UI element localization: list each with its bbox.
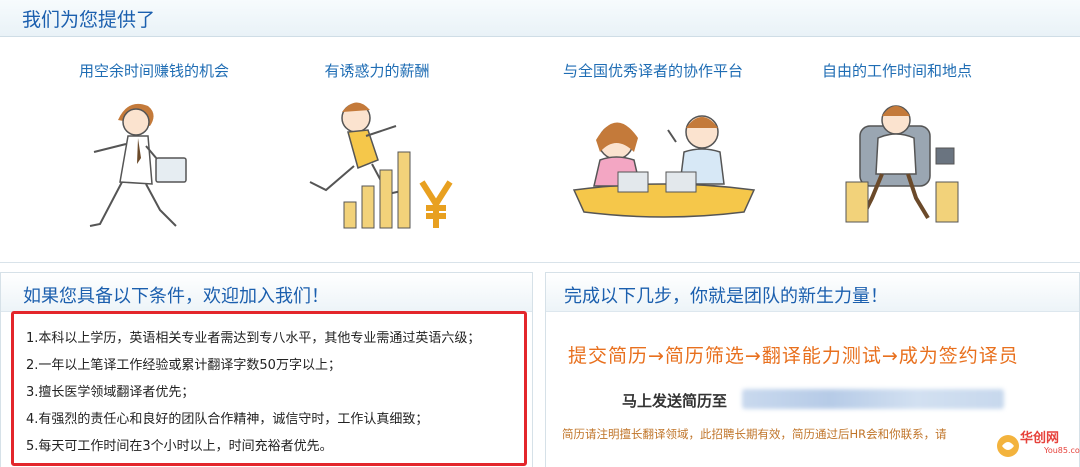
benefits-panel: 我们为您提供了 用空余时间赚钱的机会 有诱惑力的薪酬 与全国优秀译者的协作平台 … xyxy=(0,0,1080,263)
relaxed-worker-illustration xyxy=(845,105,959,223)
steps-title: 完成以下几步，你就是团队的新生力量！ xyxy=(564,286,888,307)
requirement-item: 1.本科以上学历，英语相关专业者需达到专八水平，其他专业需通过英语六级； xyxy=(26,331,481,346)
watermark-text: 华创网 xyxy=(1020,431,1060,446)
requirements-title: 如果您具备以下条件，欢迎加入我们！ xyxy=(23,286,329,307)
benefits-title: 我们为您提供了 xyxy=(22,9,156,31)
steps-header: 完成以下几步，你就是团队的新生力量！ xyxy=(546,273,1079,312)
requirements-panel: 如果您具备以下条件，欢迎加入我们！ 1.本科以上学历，英语相关专业者需达到专八水… xyxy=(0,272,533,467)
requirements-highlight-box: 1.本科以上学历，英语相关专业者需达到专八水平，其他专业需通过英语六级； 2.一… xyxy=(11,311,527,466)
feature-label-collaboration: 与全国优秀译者的协作平台 xyxy=(562,62,743,80)
requirement-item: 5.每天可工作时间在3个小时以上，时间充裕者优先。 xyxy=(26,439,333,454)
blurred-email-address xyxy=(742,389,1004,409)
send-resume-label: 马上发送简历至 xyxy=(622,392,728,410)
requirement-item: 3.擅长医学领域翻译者优先； xyxy=(26,385,195,400)
resume-note: 简历请注明擅长翻译领域，此招聘长期有效，简历通过后HR会和你联系，请 xyxy=(562,427,947,441)
salary-growth-illustration xyxy=(309,102,453,229)
application-steps: 提交简历→简历筛选→翻译能力测试→成为签约译员 xyxy=(568,345,1019,367)
requirements-header: 如果您具备以下条件，欢迎加入我们！ xyxy=(1,273,532,312)
walking-man-illustration xyxy=(89,103,187,227)
collaboration-illustration xyxy=(572,115,756,218)
benefits-header: 我们为您提供了 xyxy=(0,0,1080,37)
feature-label-salary: 有诱惑力的薪酬 xyxy=(324,62,430,80)
requirement-item: 4.有强烈的责任心和良好的团队合作精神，诚信守时，工作认真细致； xyxy=(26,412,429,427)
feature-label-free-time: 自由的工作时间和地点 xyxy=(821,62,972,80)
feature-label-spare-time: 用空余时间赚钱的机会 xyxy=(78,62,229,80)
watermark-url: You85.com xyxy=(1044,446,1080,455)
requirement-item: 2.一年以上笔译工作经验或累计翻译字数50万字以上； xyxy=(26,358,341,373)
